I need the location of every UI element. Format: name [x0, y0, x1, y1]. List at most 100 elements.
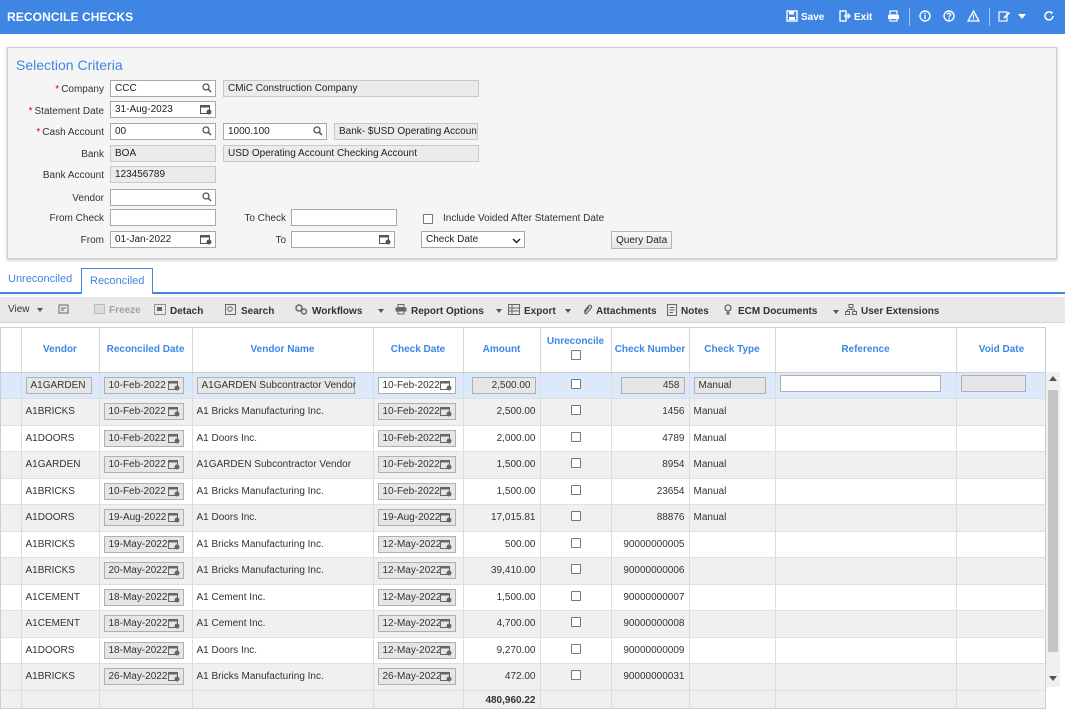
column-header-unreconcile[interactable]: Unreconcile: [540, 328, 612, 373]
reconciled-date-input[interactable]: 26-May-2022: [103, 668, 184, 686]
column-header-vendor[interactable]: Vendor: [21, 328, 100, 373]
vendor-cell[interactable]: A1BRICKS: [21, 398, 100, 426]
vendor-cell[interactable]: A1BRICKS: [21, 478, 100, 505]
grid-vertical-scrollbar[interactable]: [1046, 372, 1060, 687]
reference-cell[interactable]: [775, 398, 957, 426]
check-date-input[interactable]: 10-Feb-2022: [377, 456, 456, 474]
reconciled-date-cell[interactable]: 10-Feb-2022: [99, 478, 193, 505]
vendor-cell[interactable]: A1DOORS: [21, 504, 100, 532]
reconciled-date-cell[interactable]: 18-May-2022: [99, 610, 193, 638]
from-date-field[interactable]: 01-Jan-2022: [110, 231, 216, 248]
row-selector[interactable]: [1, 372, 22, 399]
reconciled-date-input[interactable]: 20-May-2022: [103, 562, 184, 580]
reconciled-date-input[interactable]: 18-May-2022: [103, 588, 184, 606]
unreconcile-cell[interactable]: [540, 504, 612, 532]
calendar-icon[interactable]: [167, 565, 180, 579]
check-date-cell[interactable]: 10-Feb-2022: [373, 451, 464, 479]
row-selector[interactable]: [1, 451, 22, 479]
vendor-name-cell[interactable]: A1 Bricks Manufacturing Inc.: [192, 398, 374, 426]
reference-cell[interactable]: [775, 584, 957, 611]
unreconcile-checkbox[interactable]: [570, 378, 581, 389]
unreconcile-checkbox[interactable]: [570, 643, 581, 654]
check-date-input[interactable]: 12-May-2022: [377, 535, 456, 553]
row-selector[interactable]: [1, 531, 22, 558]
reconciled-date-input[interactable]: 10-Feb-2022: [103, 403, 184, 421]
table-row[interactable]: A1GARDEN 10-Feb-2022 A1GARDEN Subcontracto…: [1, 372, 1045, 399]
reconciled-date-cell[interactable]: 18-May-2022: [99, 584, 193, 611]
calendar-icon[interactable]: [439, 380, 452, 394]
vendor-name-cell[interactable]: A1 Cement Inc.: [192, 610, 374, 638]
vendor-name-cell[interactable]: A1 Doors Inc.: [192, 504, 374, 532]
reconciled-date-input[interactable]: 10-Feb-2022: [103, 376, 184, 394]
reference-cell[interactable]: [775, 504, 957, 532]
unreconcile-checkbox[interactable]: [570, 405, 581, 416]
calendar-icon[interactable]: [167, 645, 180, 659]
void-date-cell[interactable]: [956, 451, 1045, 479]
void-date-cell[interactable]: [956, 584, 1045, 611]
void-date-cell[interactable]: [956, 398, 1045, 426]
check-date-input[interactable]: 12-May-2022: [377, 562, 456, 580]
calendar-icon[interactable]: [439, 459, 452, 473]
vendor-cell[interactable]: A1BRICKS: [21, 531, 100, 558]
unreconcile-cell[interactable]: [540, 372, 612, 399]
reconciled-date-cell[interactable]: 19-May-2022: [99, 531, 193, 558]
void-date-cell[interactable]: [956, 663, 1045, 691]
filter-button[interactable]: [58, 304, 70, 318]
unreconcile-checkbox[interactable]: [570, 617, 581, 628]
reconciled-date-input[interactable]: 18-May-2022: [103, 641, 184, 659]
vendor-name-cell[interactable]: A1 Bricks Manufacturing Inc.: [192, 478, 374, 505]
ecm-documents-menu[interactable]: ECM Documents: [722, 304, 840, 319]
calendar-icon[interactable]: [167, 539, 180, 553]
check-date-cell[interactable]: 10-Feb-2022: [373, 372, 464, 399]
row-selector[interactable]: [1, 398, 22, 426]
vendor-cell[interactable]: A1CEMENT: [21, 584, 100, 611]
calendar-icon[interactable]: [439, 406, 452, 420]
column-header-amount[interactable]: Amount: [463, 328, 541, 373]
calendar-icon[interactable]: [439, 433, 452, 447]
unreconcile-cell[interactable]: [540, 425, 612, 452]
vendor-cell[interactable]: A1BRICKS: [21, 557, 100, 585]
table-row[interactable]: A1DOORS 10-Feb-2022 A1 Doors Inc. 10-Feb-20…: [1, 425, 1045, 452]
workflows-menu[interactable]: Workflows: [295, 304, 385, 318]
unreconcile-cell[interactable]: [540, 610, 612, 638]
reference-cell[interactable]: [775, 637, 957, 664]
row-selector[interactable]: [1, 504, 22, 532]
unreconcile-checkbox[interactable]: [570, 431, 581, 442]
table-row[interactable]: A1BRICKS 26-May-2022 A1 Bricks Manufacturi…: [1, 663, 1045, 691]
vendor-name-cell[interactable]: A1 Bricks Manufacturing Inc.: [192, 557, 374, 585]
void-date-input[interactable]: [960, 375, 1026, 393]
table-row[interactable]: A1BRICKS 10-Feb-2022 A1 Bricks Manufacturi…: [1, 478, 1045, 505]
column-header-check-date[interactable]: Check Date: [373, 328, 464, 373]
void-date-cell[interactable]: [956, 557, 1045, 585]
statement-date-field[interactable]: 31-Aug-2023: [110, 101, 216, 118]
calendar-icon[interactable]: [167, 459, 180, 473]
table-row[interactable]: A1CEMENT 18-May-2022 A1 Cement Inc. 12-May-…: [1, 610, 1045, 638]
exit-button[interactable]: Exit: [839, 9, 872, 24]
void-date-cell[interactable]: [956, 531, 1045, 558]
detach-button[interactable]: Detach: [154, 304, 203, 318]
export-menu[interactable]: Export: [508, 304, 571, 318]
refresh-button[interactable]: [1043, 10, 1055, 24]
column-header-reference[interactable]: Reference: [775, 328, 957, 373]
reference-cell[interactable]: [775, 478, 957, 505]
calendar-icon[interactable]: [439, 539, 452, 553]
reconciled-date-cell[interactable]: 10-Feb-2022: [99, 425, 193, 452]
check-date-input[interactable]: 19-Aug-2022: [377, 509, 456, 527]
table-row[interactable]: A1BRICKS 10-Feb-2022 A1 Bricks Manufacturi…: [1, 398, 1045, 426]
company-field[interactable]: CCC: [110, 80, 216, 97]
reference-input[interactable]: [779, 375, 941, 393]
calendar-icon[interactable]: [439, 565, 452, 579]
vendor-cell[interactable]: A1GARDEN: [21, 451, 100, 479]
reconciled-date-input[interactable]: 19-Aug-2022: [103, 509, 184, 527]
table-row[interactable]: A1GARDEN 10-Feb-2022 A1GARDEN Subcontracto…: [1, 451, 1045, 479]
reference-cell[interactable]: [775, 531, 957, 558]
row-selector[interactable]: [1, 584, 22, 611]
check-date-input[interactable]: 12-May-2022: [377, 615, 456, 633]
unreconcile-cell[interactable]: [540, 451, 612, 479]
unreconcile-checkbox[interactable]: [570, 511, 581, 522]
table-row[interactable]: A1BRICKS 20-May-2022 A1 Bricks Manufacturi…: [1, 557, 1045, 585]
search-icon[interactable]: [313, 126, 323, 139]
reference-cell[interactable]: [775, 372, 957, 399]
vendor-field[interactable]: [110, 189, 216, 206]
reconciled-date-input[interactable]: 10-Feb-2022: [103, 482, 184, 500]
